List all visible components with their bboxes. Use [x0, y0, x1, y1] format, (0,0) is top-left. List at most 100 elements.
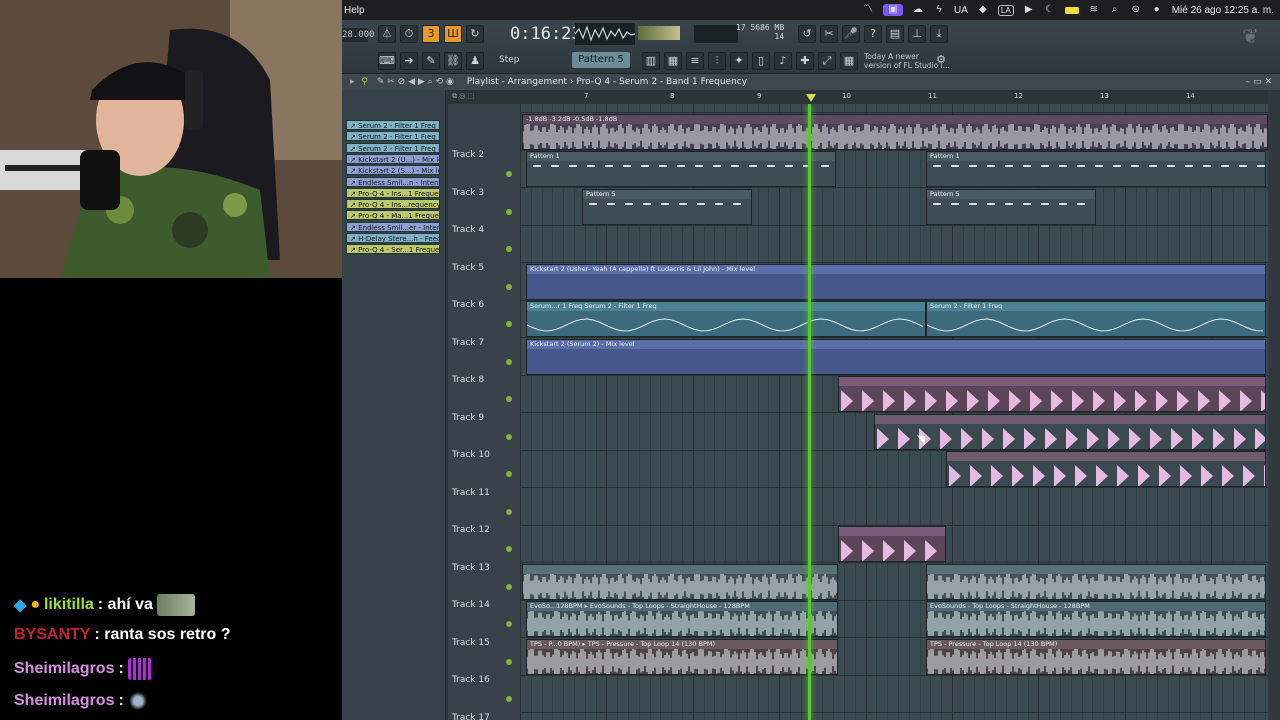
siri-icon[interactable]: ● [1151, 4, 1163, 16]
moon-icon[interactable]: ☾ [1044, 4, 1056, 16]
snap-icon[interactable]: ⚲ [361, 77, 368, 87]
brush-icon[interactable]: ⤢ [818, 52, 836, 70]
stem-icon[interactable]: ✚ [796, 52, 814, 70]
track-name[interactable]: Track 8 [452, 375, 484, 385]
track-active-led[interactable] [506, 508, 512, 515]
song-position-clock[interactable]: 0:16:23 [510, 24, 582, 44]
track-name[interactable]: Track 11 [452, 488, 490, 498]
picker-item[interactable]: ↗ Endless Smil...er - Intensity [346, 221, 440, 232]
channel-rack-icon[interactable]: ≡ [686, 52, 704, 70]
track-active-led[interactable] [506, 546, 512, 552]
playlist-clip[interactable]: Kickstart 2 (Serum 2) - Mix level [526, 338, 1266, 375]
track-active-led[interactable] [506, 396, 512, 402]
menu-help[interactable]: Help [344, 5, 365, 16]
monitor-icon[interactable]: 〽 [862, 4, 874, 16]
track-name[interactable]: Track 10 [452, 450, 490, 460]
picker-item[interactable]: ↗ Pro-Q 4 - Ins...1 Frequency [346, 187, 440, 198]
playhead-marker-icon[interactable] [806, 94, 816, 102]
playlist-clip[interactable]: Kickstart 2 (Usher- Yeah (A cappella) ft… [526, 263, 1266, 300]
picker-item[interactable]: ↗ Pro-Q 4 - Ma...1 Frequency [346, 210, 440, 221]
playlist-clip[interactable]: Pattern 5 [582, 188, 752, 225]
playlist-clip[interactable] [926, 563, 1266, 600]
track-name[interactable]: Track 9 [452, 413, 484, 423]
playlist-clip[interactable] [838, 376, 1266, 412]
eye-icon[interactable]: ◆ [977, 4, 989, 16]
snap-mode[interactable]: Step [499, 55, 520, 65]
wait-icon[interactable]: ⏱ [400, 25, 418, 43]
track-active-led[interactable] [506, 696, 512, 702]
playlist-clip[interactable]: Pattern 5 [926, 188, 1096, 225]
track-name[interactable]: Track 16 [452, 675, 490, 685]
tool-icons[interactable]: ✎ ✂ ⊘ ◀ ▶ ⌕ ⟲ ◉ [377, 77, 454, 87]
track-name[interactable]: Track 7 [452, 338, 484, 348]
battery-icon[interactable] [1064, 6, 1079, 14]
picker-item[interactable]: ↗ Kickstart 2 (U...) - Mix level [346, 153, 440, 164]
arrow-icon[interactable]: ➔ [400, 52, 418, 70]
picker-item[interactable]: ↗ Endless Smil...n - Intensity [346, 176, 440, 187]
playlist-clip[interactable]: Serum...r 1 Freq Serum 2 - Filter 1 Freq [526, 301, 926, 337]
track-name[interactable]: Track 12 [452, 525, 490, 535]
pencil-icon[interactable]: ✎ [422, 52, 440, 70]
wifi-icon[interactable]: ≋ [1088, 4, 1100, 16]
playlist-clip[interactable]: Pattern 1 [526, 151, 836, 187]
bolt-icon[interactable]: ϟ [933, 4, 945, 16]
picker-item[interactable]: ↗ Serum 2 - Filter 1 Freq #3 [346, 131, 440, 142]
playlist-icon[interactable]: ▥ [642, 52, 660, 70]
keyboard-language[interactable]: UA [954, 5, 968, 16]
playlist-clip[interactable] [522, 563, 838, 600]
menubar-clock[interactable]: Mié 26 ago 12:25 a. m. [1172, 5, 1274, 16]
pin-icon[interactable]: ⊥ [908, 25, 926, 43]
track-name[interactable]: Track 17 [452, 713, 490, 720]
stamp-icon[interactable]: ♟ [466, 52, 484, 70]
help-icon[interactable]: ? [864, 25, 882, 43]
arrow-icon[interactable]: ▸ [350, 77, 355, 87]
download-icon[interactable]: ⤓ [930, 25, 948, 43]
track-active-led[interactable] [506, 621, 512, 627]
blend-icon[interactable]: Ш [444, 25, 462, 43]
track-active-led[interactable] [506, 358, 512, 365]
countdown-icon[interactable]: 3 [422, 25, 440, 43]
playlist-clip[interactable]: TPS - P...0 BPM) ▸ TPS - Pressure - Top … [526, 638, 838, 675]
track-name[interactable]: Track 2 [452, 150, 484, 160]
playhead-line[interactable] [808, 104, 811, 720]
loop-record-icon[interactable]: ↻ [466, 25, 484, 43]
picker-item[interactable]: ↗ Serum 2 - Filter 1 Freq #2 [346, 142, 440, 153]
track-name[interactable]: Track 5 [452, 263, 484, 273]
picker-item[interactable]: ↗ Pro-Q 4 - Ser...1 Frequency [346, 244, 440, 255]
track-active-led[interactable] [506, 246, 512, 252]
input-source[interactable]: LA [997, 4, 1014, 16]
picker-item[interactable]: ↗ Serum 2 - Filter 1 Freq [346, 120, 440, 130]
track-name[interactable]: Track 14 [452, 600, 490, 610]
window-controls[interactable]: – ▭ ✕ [1246, 74, 1272, 90]
track-name[interactable]: Track 3 [452, 188, 484, 198]
zoom-icon[interactable]: ⧉ ◎ ⬚ [452, 92, 474, 101]
save-icon[interactable]: ▤ [886, 25, 904, 43]
playlist-clip[interactable]: -1.8dB -3.2dB -0.5dB -1.8dB [522, 113, 1268, 150]
tempo-display[interactable]: 28.000 [342, 28, 375, 42]
track-name[interactable]: Track 4 [452, 225, 484, 235]
pattern-selector[interactable]: Pattern 5 [572, 52, 630, 68]
picker-item[interactable]: ↗ Pro-Q 4 - Ins...requency #2 [346, 199, 440, 210]
play-icon[interactable]: ▶ [1023, 4, 1035, 16]
playlist-clip[interactable]: Serum 2 - Filter 1 Freq [926, 301, 1266, 337]
track-active-led[interactable] [506, 658, 512, 665]
mixer-icon[interactable]: ⫶ [708, 52, 726, 70]
track-active-led[interactable] [506, 321, 512, 327]
plugin-icon[interactable]: ✦ [730, 52, 748, 70]
playlist-clip[interactable]: TPS - Pressure - Top Loop 14 (130 BPM) [926, 638, 1266, 675]
link-icon[interactable]: ⛓ [444, 52, 462, 70]
track-active-led[interactable] [506, 208, 512, 215]
search-icon[interactable]: ⌕ [1109, 4, 1121, 16]
keyboard-icon[interactable]: ⌨ [378, 52, 396, 70]
track-active-led[interactable] [506, 471, 512, 477]
playlist-clip[interactable]: Pattern 1 [926, 151, 1266, 187]
track-name[interactable]: Track 15 [452, 638, 490, 648]
playlist-clip[interactable]: EvoSounds - Top Loops - StraightHouse - … [926, 601, 1266, 637]
timeline-ruler[interactable]: 7 8 9 10 11 12 13 14 [520, 90, 1268, 104]
browser-icon[interactable]: ▯ [752, 52, 770, 70]
piano-roll-icon[interactable]: ▦ [664, 52, 682, 70]
track-name[interactable]: Track 13 [452, 563, 490, 573]
news-gear-icon[interactable]: ⚙ [932, 52, 950, 70]
screen-record-icon[interactable]: ▣ [883, 4, 903, 16]
control-center-icon[interactable]: ⊜ [1130, 4, 1142, 16]
